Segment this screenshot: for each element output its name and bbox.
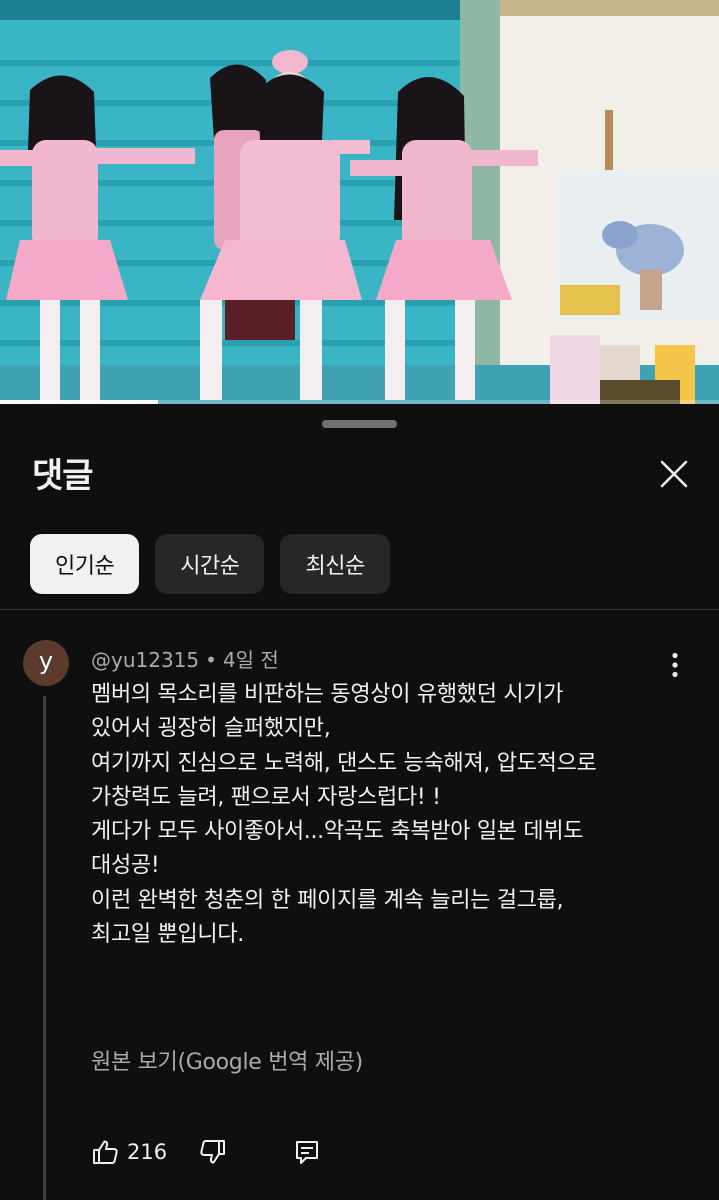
comment-line: 멤버의 목소리를 비판하는 동영상이 유행했던 시기가 [91,682,564,707]
sort-chips: 인기순 시간순 최신순 [30,534,390,594]
comment-meta: @yu12315 • 4일 전 [91,644,279,673]
divider [0,609,719,610]
close-button[interactable] [652,452,696,496]
avatar-letter: y [38,647,54,675]
comment-line: 최고일 뿐입니다. [91,922,244,948]
chip-newest[interactable]: 최신순 [280,534,390,594]
comment-actions: 216 [91,1134,321,1170]
like-button[interactable]: 216 [91,1138,167,1166]
dislike-button[interactable] [199,1138,227,1166]
comment-line: 이런 완벽한 청춘의 한 페이지를 계속 늘리는 걸그룹, [91,887,564,913]
more-options-button[interactable] [660,648,690,682]
reply-icon [296,1141,319,1164]
comment-line: 대성공! [91,853,160,879]
comment-line: 있어서 굉장히 슬퍼했지만, [91,716,331,742]
thumbs-down-icon [200,1140,226,1164]
close-icon [660,460,688,488]
meta-separator: • [205,648,217,672]
chip-by-time[interactable]: 시간순 [155,534,265,594]
more-vert-icon [672,652,678,678]
video-player[interactable] [0,0,719,404]
avatar[interactable]: y [23,640,69,686]
comments-sheet: 댓글 인기순 시간순 최신순 y @yu12315 • 4일 전 멤버의 목소리… [0,404,719,1200]
sheet-title: 댓글 [32,456,94,496]
chip-label: 최신순 [305,554,365,579]
like-count: 216 [127,1140,168,1164]
comment-author[interactable]: @yu12315 [91,648,199,672]
thumbs-up-icon [93,1140,118,1164]
chip-popular[interactable]: 인기순 [30,534,140,594]
chip-label: 시간순 [180,554,240,579]
view-original-link[interactable]: 원본 보기(Google 번역 제공) [91,1044,363,1076]
comment-line: 여기까지 진심으로 노력해, 댄스도 능숙해져, 압도적으로 [91,750,597,776]
video-frame [0,0,719,404]
comment-line: 가창력도 늘려, 팬으로서 자랑스럽다! ! [91,784,441,810]
comment-line: 게다가 모두 사이좋아서...악곡도 축복받아 일본 데뷔도 [91,819,584,845]
chip-label: 인기순 [55,554,115,579]
reply-button[interactable] [293,1138,321,1166]
drag-handle[interactable] [322,420,397,428]
comment-time: 4일 전 [222,648,279,672]
comment-text: 멤버의 목소리를 비판하는 동영상이 유행했던 시기가 있어서 굉장히 슬퍼했지… [91,678,691,952]
thread-line [43,696,46,1200]
